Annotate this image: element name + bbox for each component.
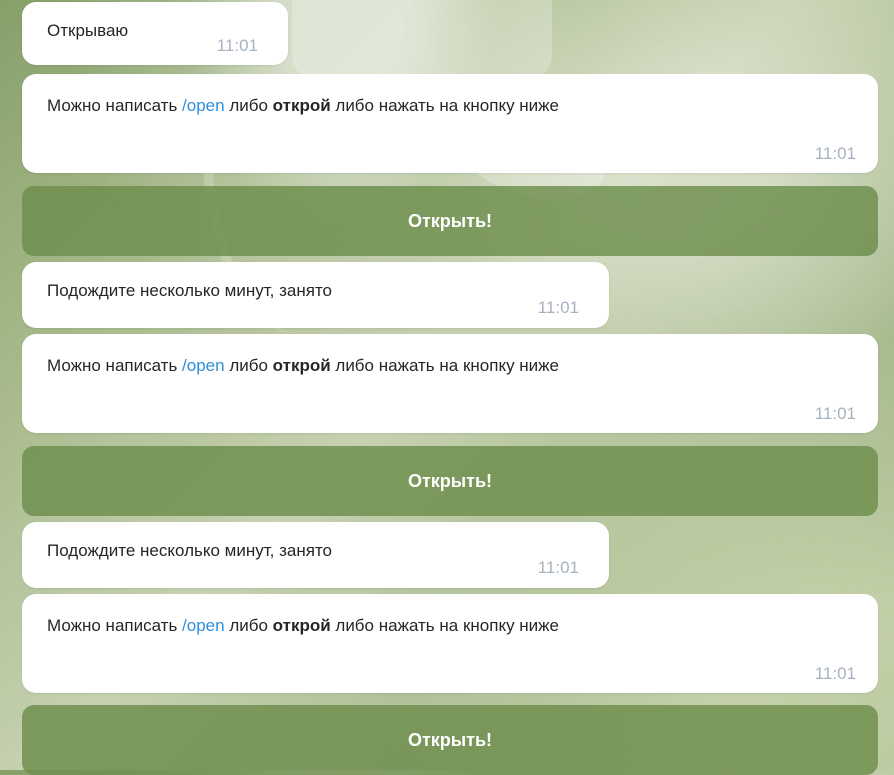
message-bubble: Подождите несколько минут, занято 11:01 bbox=[22, 262, 609, 328]
open-command-link[interactable]: /open bbox=[182, 616, 225, 635]
message-text-segment: либо bbox=[224, 616, 273, 635]
message-text-segment: либо bbox=[224, 356, 273, 375]
message-bubble: Можно написать /open либо открой либо на… bbox=[22, 594, 878, 693]
bold-command-text: открой bbox=[272, 96, 331, 115]
bold-command-text: открой bbox=[272, 616, 331, 635]
message-text: Подождите несколько минут, занято bbox=[47, 541, 332, 560]
open-command-link[interactable]: /open bbox=[182, 96, 225, 115]
message-text-segment: либо нажать на кнопку ниже bbox=[330, 96, 560, 115]
open-button[interactable]: Открыть! bbox=[22, 446, 878, 516]
message-bubble: Открываю 11:01 bbox=[22, 2, 288, 65]
message-time: 11:01 bbox=[814, 404, 856, 423]
message-bubble: Можно написать /open либо открой либо на… bbox=[22, 334, 878, 433]
message-text-segment: либо нажать на кнопку ниже bbox=[330, 616, 560, 635]
message-bubble: Подождите несколько минут, занято 11:01 bbox=[22, 522, 609, 588]
open-button[interactable]: Открыть! bbox=[22, 186, 878, 256]
open-command-link[interactable]: /open bbox=[182, 356, 225, 375]
message-bubble: Можно написать /open либо открой либо на… bbox=[22, 74, 878, 173]
message-text-segment: либо bbox=[224, 96, 273, 115]
message-text: Открываю bbox=[47, 21, 129, 40]
open-button[interactable]: Открыть! bbox=[22, 705, 878, 775]
message-text-segment: Можно написать bbox=[47, 356, 183, 375]
message-time: 11:01 bbox=[537, 558, 579, 577]
message-time: 11:01 bbox=[814, 664, 856, 683]
message-text-segment: Можно написать bbox=[47, 96, 183, 115]
message-time: 11:01 bbox=[216, 36, 258, 55]
message-time: 11:01 bbox=[814, 144, 856, 163]
message-text: Можно написать /open либо открой либо на… bbox=[47, 92, 827, 120]
message-text: Подождите несколько минут, занято bbox=[47, 281, 332, 300]
message-text: Можно написать /open либо открой либо на… bbox=[47, 612, 827, 640]
bold-command-text: открой bbox=[272, 356, 331, 375]
message-text-segment: либо нажать на кнопку ниже bbox=[330, 356, 560, 375]
message-time: 11:01 bbox=[537, 298, 579, 317]
message-text: Можно написать /open либо открой либо на… bbox=[47, 352, 827, 380]
message-text-segment: Можно написать bbox=[47, 616, 183, 635]
